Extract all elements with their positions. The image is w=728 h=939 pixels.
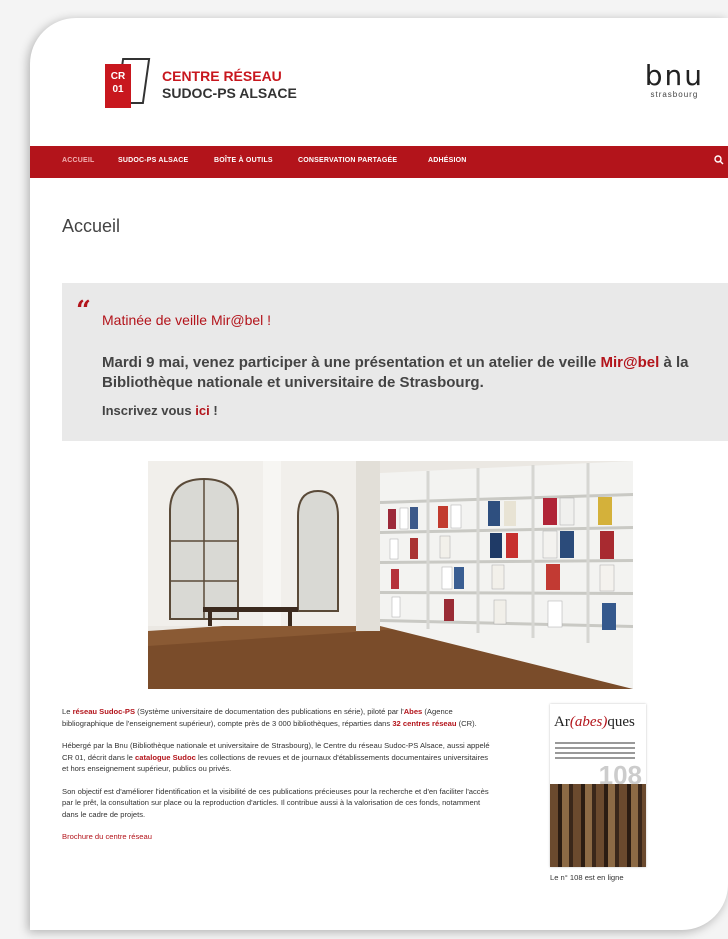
bnu-logo[interactable]: bnu strasbourg bbox=[644, 59, 704, 100]
bnu-logo-wordmark: bnu bbox=[644, 59, 704, 92]
announcement-box: “ Matinée de veille Mir@bel ! Mardi 9 ma… bbox=[62, 283, 728, 441]
abes-link[interactable]: Abes bbox=[404, 707, 423, 716]
nav-item-accueil[interactable]: ACCUEIL bbox=[62, 157, 95, 164]
cr01-logo-icon[interactable]: CR 01 bbox=[105, 58, 155, 108]
intro-paragraph-1: Le réseau Sudoc-PS (Système universitair… bbox=[62, 706, 492, 729]
search-icon[interactable] bbox=[714, 155, 724, 167]
cta-suffix: ! bbox=[213, 403, 218, 418]
logo-title-line1: CENTRE RÉSEAU bbox=[162, 68, 282, 84]
nav-item-adhesion[interactable]: ADHÉSION bbox=[428, 157, 467, 164]
p1-text-4: (CR). bbox=[458, 718, 477, 728]
mirabel-link[interactable]: Mir@bel bbox=[601, 354, 660, 371]
browser-frame: CR 01 CENTRE RÉSEAU SUDOC-PS ALSACE bnu … bbox=[0, 0, 728, 939]
p1-text-2: (Système universitaire de documentation … bbox=[137, 707, 404, 716]
cover-title-part2: (abes) bbox=[569, 714, 608, 730]
intro-paragraph-3: Son objectif est d'améliorer l'identific… bbox=[62, 786, 489, 819]
p1-text-1: Le bbox=[62, 707, 71, 716]
page-title: Accueil bbox=[62, 216, 121, 236]
nav-item-boite-a-outils[interactable]: BOÎTE À OUTILS bbox=[214, 157, 273, 164]
announcement-title[interactable]: Matinée de veille Mir@bel ! bbox=[102, 312, 271, 328]
reseau-sudoc-ps-link[interactable]: réseau Sudoc-PS bbox=[73, 707, 135, 716]
cover-title: Ar(abes)ques bbox=[554, 714, 635, 731]
centres-reseau-link[interactable]: 32 centres réseau bbox=[392, 719, 456, 728]
library-photo-illustration bbox=[148, 461, 633, 689]
announcement-body: Mardi 9 mai, venez participer à une prés… bbox=[102, 353, 702, 393]
intro-paragraph-2: Hébergé par la Bnu (Bibliothèque nationa… bbox=[62, 740, 492, 775]
logo-code-line2: 01 bbox=[112, 84, 124, 95]
cover-title-part1: Ar bbox=[554, 714, 570, 730]
logo-title-line2: SUDOC-PS ALSACE bbox=[162, 85, 297, 101]
nav-item-conservation-partagee[interactable]: CONSERVATION PARTAGÉE bbox=[298, 157, 397, 164]
cover-subtitle-lines bbox=[555, 742, 635, 762]
cta-text: Inscrivez vous bbox=[102, 403, 192, 418]
announcement-body-text: Mardi 9 mai, venez participer à une prés… bbox=[102, 354, 597, 371]
announcement-cta: Inscrivez vous ici ! bbox=[102, 403, 218, 418]
bnu-logo-city: strasbourg bbox=[650, 90, 699, 99]
brochure-link[interactable]: Brochure du centre réseau bbox=[62, 832, 152, 841]
web-page: CR 01 CENTRE RÉSEAU SUDOC-PS ALSACE bnu … bbox=[30, 18, 728, 930]
catalogue-sudoc-link[interactable]: catalogue Sudoc bbox=[135, 753, 196, 762]
quote-icon: “ bbox=[76, 296, 91, 326]
logo-front-sheet: CR 01 bbox=[105, 64, 131, 108]
arabesques-cover[interactable]: Ar(abes)ques 108 bbox=[550, 704, 646, 867]
library-photo bbox=[148, 461, 633, 689]
nav-item-sudoc-ps-alsace[interactable]: SUDOC-PS ALSACE bbox=[118, 157, 188, 164]
logo-code-line1: CR bbox=[110, 71, 126, 82]
cover-caption[interactable]: Le n° 108 est en ligne bbox=[550, 873, 624, 882]
cover-title-part3: ques bbox=[607, 714, 635, 730]
main-nav: ACCUEIL SUDOC-PS ALSACE BOÎTE À OUTILS C… bbox=[30, 146, 728, 178]
cover-type-blocks-image bbox=[550, 784, 646, 867]
site-logo-text[interactable]: CENTRE RÉSEAU SUDOC-PS ALSACE bbox=[162, 68, 297, 102]
site-header: CR 01 CENTRE RÉSEAU SUDOC-PS ALSACE bnu … bbox=[30, 18, 728, 146]
register-link[interactable]: ici bbox=[195, 403, 209, 418]
intro-text: Le réseau Sudoc-PS (Système universitair… bbox=[62, 706, 492, 854]
